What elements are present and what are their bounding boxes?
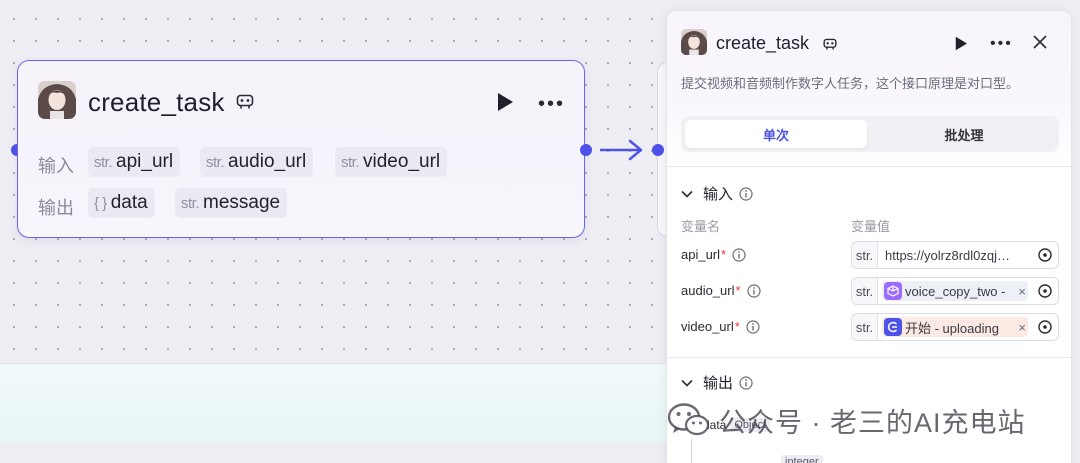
plugin-tool-icon — [823, 38, 837, 56]
canvas-bottom-strip — [0, 443, 668, 463]
type-badge: str. — [852, 314, 878, 340]
chevron-down-icon — [681, 190, 693, 198]
reference-target-icon[interactable] — [1032, 284, 1058, 298]
column-header-name: 变量名 — [681, 219, 721, 234]
param-value-text[interactable]: https://yolrz8rdl0zqj… — [878, 248, 1032, 263]
node-input-chip: str. video_url — [335, 147, 448, 177]
info-icon[interactable] — [739, 375, 753, 390]
reference-target-icon[interactable] — [1032, 320, 1058, 334]
close-icon[interactable] — [1033, 35, 1047, 54]
param-label-video-url: video_url * — [681, 319, 760, 334]
type-tag: Object — [730, 418, 771, 432]
type-badge: str. — [852, 242, 878, 268]
connection-arrow — [600, 139, 643, 161]
param-value-audio-url[interactable]: str. voice_copy_two - × — [851, 277, 1059, 305]
node-settings-panel: create_task ••• 提交视频和音频制作数字人任务，这个接口原理是对口… — [666, 10, 1072, 463]
canvas-lower-region — [0, 363, 668, 443]
next-node-input-handle[interactable] — [652, 144, 664, 156]
node-output-chip: { } data — [88, 188, 155, 218]
column-header-value: 变量值 — [851, 219, 891, 234]
info-icon[interactable] — [746, 283, 761, 298]
node-input-chip: str. audio_url — [200, 147, 314, 177]
output-section-header[interactable]: 输出 — [681, 372, 753, 393]
node-avatar — [38, 81, 76, 119]
variable-reference-chip[interactable]: 开始 - uploading × — [882, 317, 1028, 337]
cube-icon — [884, 282, 902, 300]
chevron-down-icon — [681, 379, 693, 387]
tree-connector-line — [691, 439, 692, 463]
type-badge: str. — [852, 278, 878, 304]
remove-reference-icon[interactable]: × — [1018, 284, 1026, 299]
node-output-handle[interactable] — [580, 144, 592, 156]
tab-single[interactable]: 单次 — [685, 120, 867, 148]
panel-more-icon[interactable]: ••• — [990, 35, 1013, 53]
divider — [667, 357, 1071, 358]
divider — [667, 166, 1071, 167]
remove-reference-icon[interactable]: × — [1018, 320, 1026, 335]
run-mode-tabs: 单次 批处理 — [681, 116, 1059, 152]
panel-description: 提交视频和音频制作数字人任务，这个接口原理是对口型。 — [681, 76, 1020, 91]
param-label-audio-url: audio_url * — [681, 283, 761, 298]
param-value-api-url[interactable]: str. https://yolrz8rdl0zqj… — [851, 241, 1059, 269]
param-value-video-url[interactable]: str. 开始 - uploading × — [851, 313, 1059, 341]
type-tag: integer — [781, 455, 823, 463]
info-icon[interactable] — [739, 186, 753, 201]
panel-avatar — [681, 29, 707, 55]
reference-target-icon[interactable] — [1032, 248, 1058, 262]
node-run-icon[interactable] — [496, 92, 514, 117]
start-node-icon — [884, 318, 902, 336]
panel-title[interactable]: create_task — [716, 33, 809, 54]
output-row-data[interactable]: data Object — [687, 418, 771, 432]
chevron-down-icon[interactable] — [687, 422, 697, 429]
node-output-chip: str. message — [175, 188, 288, 218]
plugin-tool-icon — [236, 94, 254, 115]
variable-reference-chip[interactable]: voice_copy_two - × — [882, 281, 1028, 301]
node-input-label: 输入 — [38, 156, 74, 176]
node-more-icon[interactable]: ••• — [538, 94, 565, 114]
panel-run-icon[interactable] — [954, 36, 968, 56]
node-output-label: 输出 — [38, 198, 74, 218]
node-title: create_task — [88, 87, 225, 117]
tab-batch[interactable]: 批处理 — [873, 120, 1055, 148]
info-icon[interactable] — [746, 319, 760, 334]
create-task-node[interactable]: create_task ••• 输入 str. api_url str. audio… — [17, 60, 585, 238]
input-section-header[interactable]: 输入 — [681, 183, 753, 204]
param-label-api-url: api_url * — [681, 247, 746, 262]
info-icon[interactable] — [732, 247, 746, 262]
node-input-chip: str. api_url — [88, 147, 181, 177]
output-row-child: integer — [777, 455, 823, 463]
